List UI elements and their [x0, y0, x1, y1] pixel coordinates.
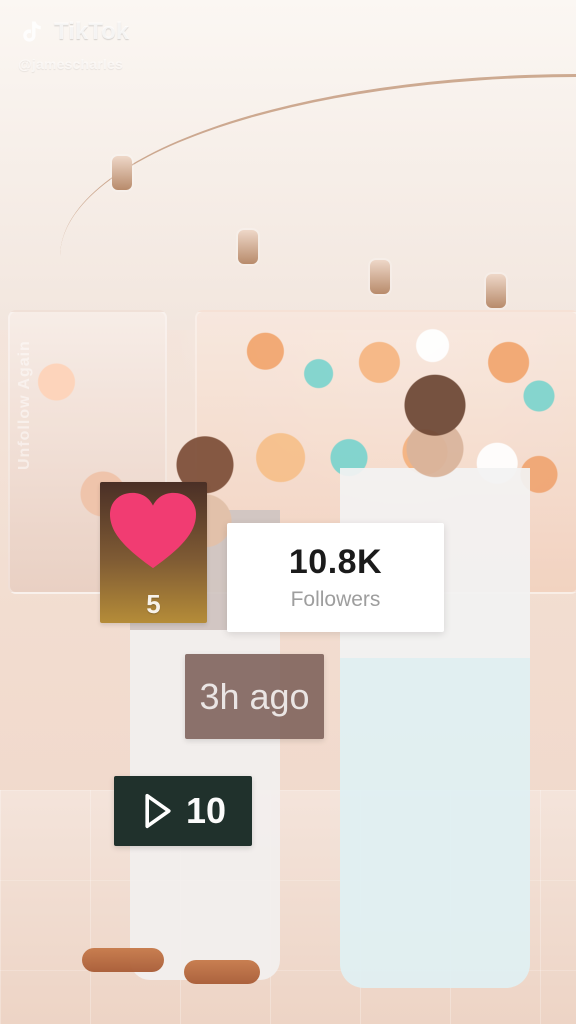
track-light: [112, 156, 132, 190]
tiktok-watermark: TikTok @jamescharles: [18, 18, 129, 73]
tiktok-wordmark: TikTok: [54, 18, 130, 45]
plays-count: 10: [185, 790, 227, 831]
video-screen: TikTok @jamescharles Unfollow Again er? …: [0, 0, 576, 1024]
left-shoe: [82, 948, 164, 972]
posted-time-card: 3h ago: [185, 654, 324, 739]
tiktok-logo-row: TikTok: [18, 18, 129, 46]
likes-stat-card: er? 5: [100, 482, 207, 623]
heart-icon: [109, 492, 197, 569]
track-light: [238, 230, 258, 264]
track-light: [370, 260, 390, 294]
posted-time-label: 3h ago: [199, 675, 310, 717]
followers-label: Followers: [290, 587, 381, 611]
creator-handle: @jamescharles: [18, 56, 123, 72]
play-icon: [145, 793, 171, 829]
tiktok-logo-icon: [23, 21, 41, 42]
likes-count: 5: [146, 589, 161, 619]
followers-count: 10.8K: [288, 543, 383, 582]
person-right: [340, 368, 530, 988]
vertical-overlay-text: Unfollow Again: [16, 340, 33, 470]
left-shoe: [184, 960, 260, 984]
plays-stat-card: 10: [114, 776, 252, 846]
track-light: [486, 274, 506, 308]
followers-stat-card: 10.8K Followers: [227, 523, 444, 632]
